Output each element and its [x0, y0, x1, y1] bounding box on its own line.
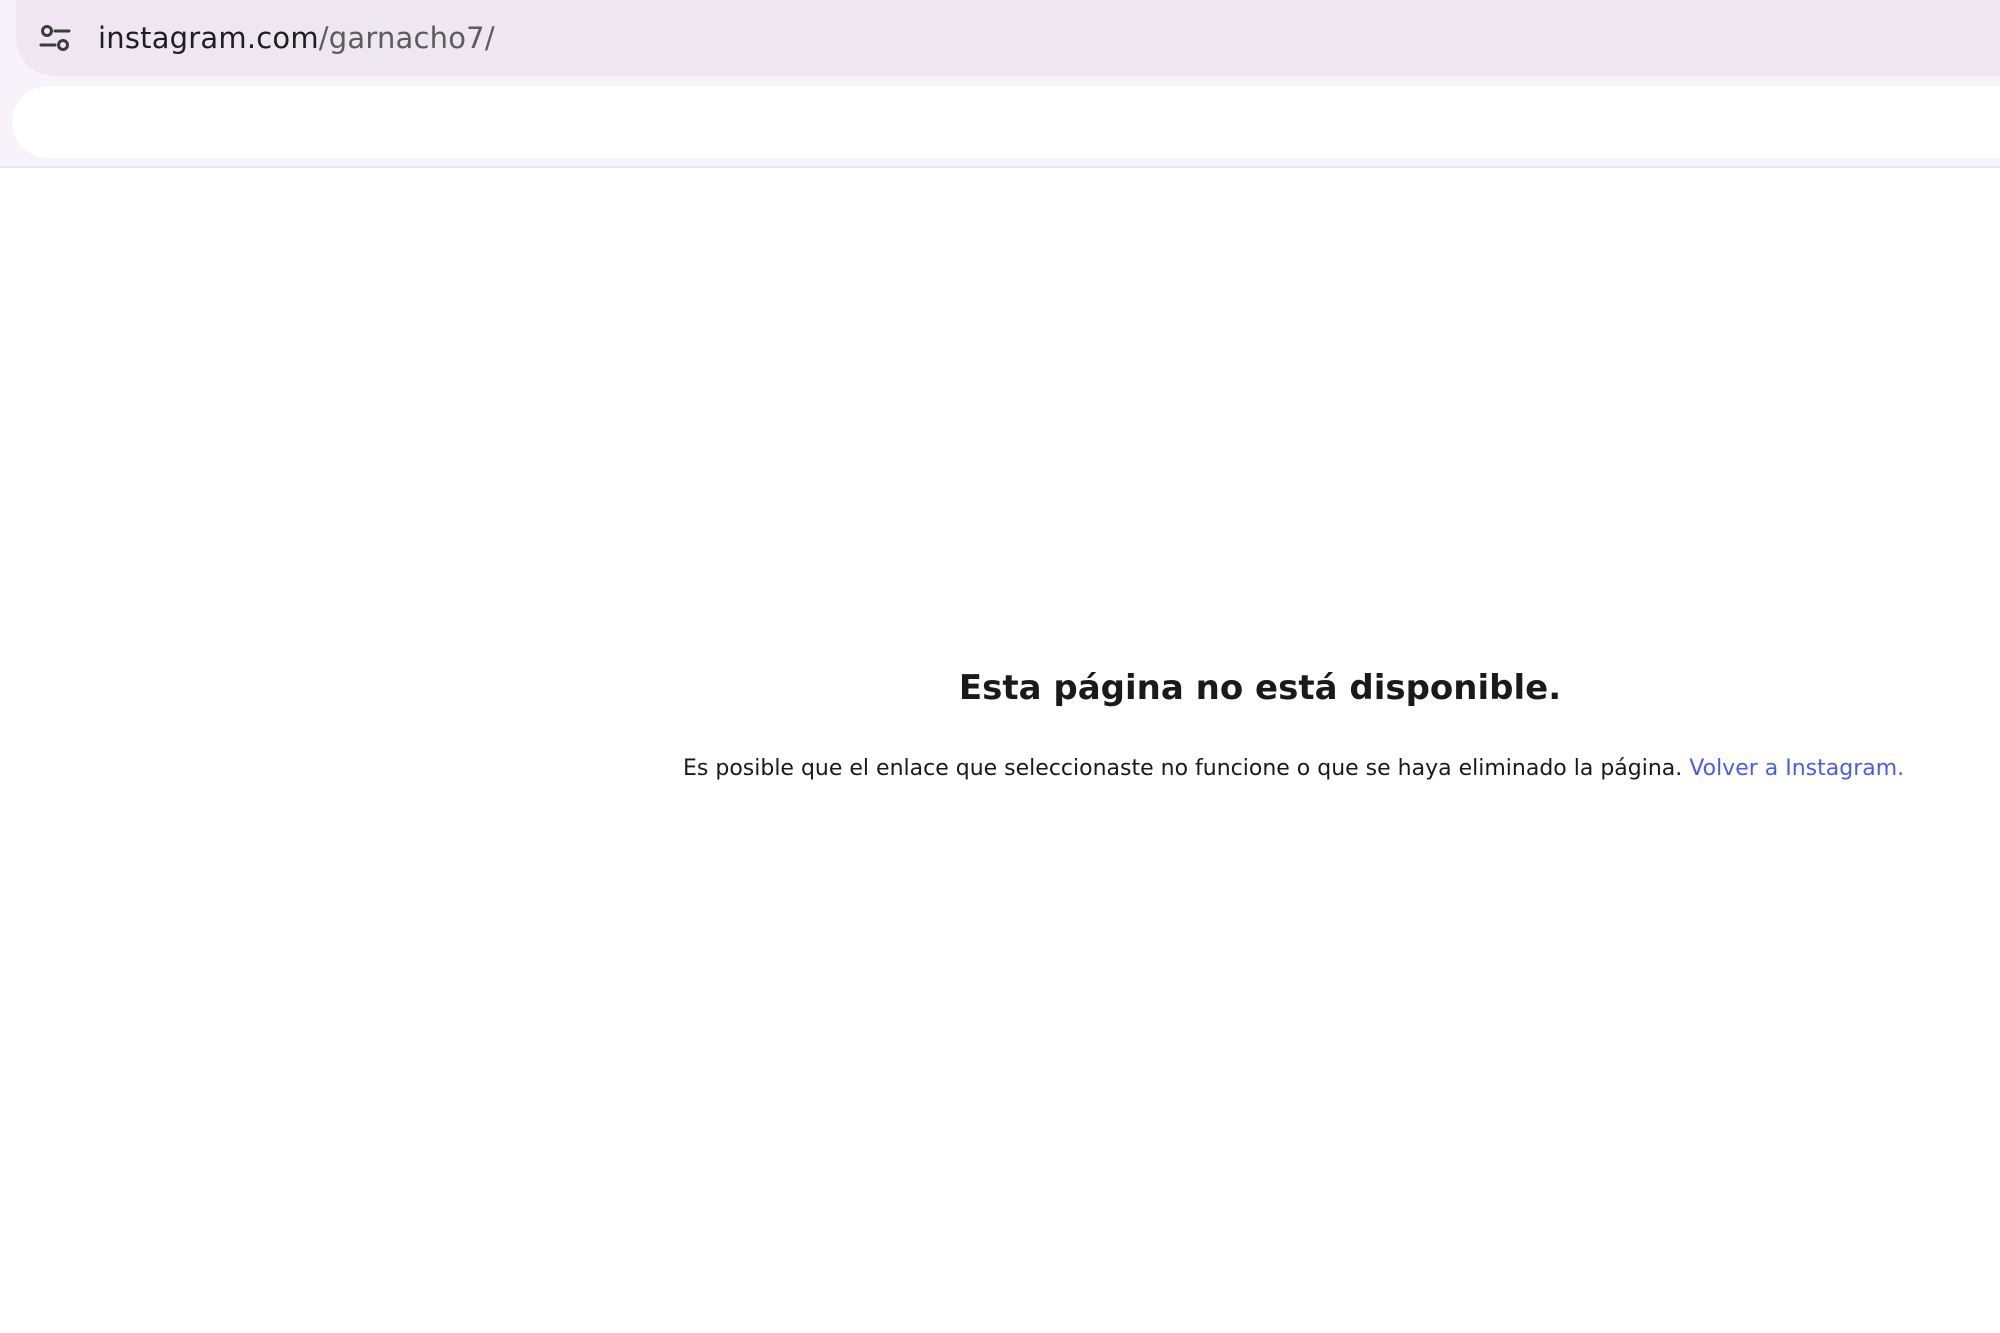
tune-icon[interactable] — [36, 19, 74, 57]
error-message: Es posible que el enlace que seleccionas… — [683, 756, 1904, 781]
back-to-instagram-link[interactable]: Volver a Instagram. — [1689, 756, 1904, 781]
url-host: instagram.com — [98, 21, 319, 55]
error-message-text: Es posible que el enlace que seleccionas… — [683, 756, 1683, 781]
bookmarks-bar — [12, 86, 2000, 158]
url-path: /garnacho7/ — [318, 21, 495, 55]
address-bar[interactable]: instagram.com/garnacho7/ — [16, 0, 2000, 76]
error-title: Esta página no está disponible. — [958, 668, 1562, 708]
page-content: Esta página no está disponible. Es posib… — [0, 168, 2000, 1333]
browser-chrome: instagram.com/garnacho7/ — [0, 0, 2000, 168]
url-text[interactable]: instagram.com/garnacho7/ — [98, 21, 495, 55]
